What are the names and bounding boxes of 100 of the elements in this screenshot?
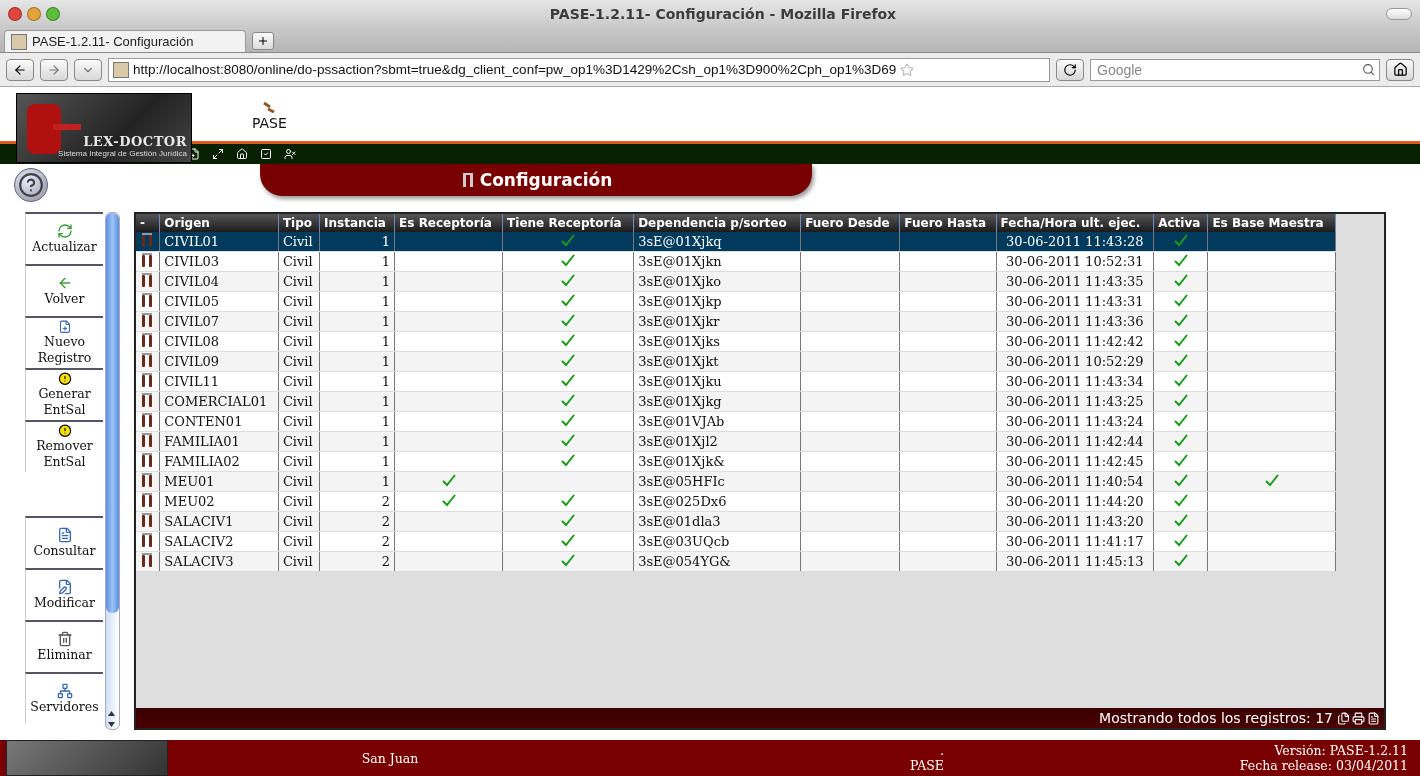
table-cell: 1: [319, 471, 395, 492]
maximize-button[interactable]: [46, 7, 60, 21]
column-header[interactable]: Fuero Desde: [800, 214, 900, 232]
arrow-left-icon[interactable]: [13, 62, 27, 77]
footer-dot: .: [940, 743, 944, 758]
tools-icon: [140, 392, 154, 408]
document-icon[interactable]: [1367, 711, 1380, 725]
table-cell: COMERCIAL01: [159, 391, 279, 412]
column-header[interactable]: Tiene Receptoría: [502, 214, 634, 232]
app-menu-item[interactable]: PASE: [252, 101, 287, 131]
tools-icon: [140, 232, 154, 248]
table-cell: 3sE@025Dx6: [633, 491, 801, 512]
close-button[interactable]: [8, 7, 22, 21]
new-tab-button[interactable]: [252, 32, 274, 50]
plus-icon[interactable]: [257, 35, 269, 47]
table-row[interactable]: CIVIL09 Civil 1 3sE@01Xjkt 30-06-2011 10:52:29: [136, 351, 1336, 372]
table-cell: Civil: [278, 451, 320, 472]
back-button[interactable]: [6, 58, 34, 81]
table-row[interactable]: SALACIV2 Civil 2 3sE@03UQcb 30-06-2011 11:41:17: [136, 531, 1336, 552]
table-row[interactable]: CONTEN01 Civil 1 3sE@01VJAb 30-06-2011 11:43:24: [136, 411, 1336, 432]
table-cell: 1: [319, 291, 395, 312]
column-header[interactable]: Tipo: [278, 214, 320, 232]
column-header[interactable]: Es Base Maestra: [1207, 214, 1336, 232]
checkmark-icon: [561, 553, 576, 567]
table-cell: 3sE@05HFIc: [633, 471, 801, 492]
table-row[interactable]: CIVIL01 Civil 1 3sE@01Xjkq 30-06-2011 11:43:28: [136, 232, 1336, 252]
side-action-button[interactable]: Generar EntSal: [25, 368, 103, 420]
user-cross-icon[interactable]: [284, 148, 296, 160]
table-cell: CIVIL08: [159, 331, 279, 352]
table-cell: 30-06-2011 11:43:36: [996, 311, 1154, 332]
column-header[interactable]: -: [136, 214, 160, 232]
table-cell: Civil: [278, 411, 320, 432]
table-cell: Civil: [278, 251, 320, 272]
column-header[interactable]: Fuero Hasta: [899, 214, 997, 232]
address-field[interactable]: http://localhost:8080/online/do-pssaction?sbmt=true&dg_client_conf=pw_op1%3D1429%2Csh_op1%3D900%2Cph_op1%3D69: [108, 57, 1050, 82]
side-action-button[interactable]: Servidores: [25, 672, 103, 724]
forward-button[interactable]: [40, 58, 68, 81]
table-row[interactable]: SALACIV1 Civil 2 3sE@01dla3 30-06-2011 11:43:20: [136, 511, 1336, 532]
side-action-button[interactable]: Consultar: [25, 516, 103, 568]
table-cell: 30-06-2011 11:43:25: [996, 391, 1154, 412]
table-row[interactable]: FAMILIA02 Civil 1 3sE@01Xjk& 30-06-2011 11:42:45: [136, 451, 1336, 472]
copy-icon[interactable]: [1337, 711, 1350, 725]
tools-icon: [140, 412, 154, 428]
table-cell: CIVIL04: [159, 271, 279, 292]
home-button[interactable]: [1386, 58, 1414, 81]
search-field[interactable]: Google: [1090, 58, 1380, 81]
side-action-button[interactable]: Volver: [25, 264, 103, 316]
favicon-icon: [11, 33, 27, 50]
side-action-button[interactable]: Nuevo Registro: [25, 316, 103, 368]
table-cell: Civil: [278, 291, 320, 312]
column-header[interactable]: Origen: [159, 214, 279, 232]
history-button[interactable]: [74, 58, 102, 81]
table-cell: CIVIL01: [159, 232, 279, 252]
side-action-button[interactable]: Remover EntSal: [25, 420, 103, 472]
side-action-button[interactable]: Modificar: [25, 568, 103, 620]
checkmark-icon: [1173, 413, 1188, 427]
side-action-button[interactable]: Actualizar: [25, 212, 103, 264]
home-icon[interactable]: [1392, 62, 1408, 77]
table-cell: 3sE@01VJAb: [633, 411, 801, 432]
table-row[interactable]: COMERCIAL01 Civil 1 3sE@01Xjkg 30-06-2011 11:43:25: [136, 391, 1336, 412]
printer-icon[interactable]: [1352, 711, 1365, 725]
table-row[interactable]: CIVIL11 Civil 1 3sE@01Xjku 30-06-2011 11:43:34: [136, 371, 1336, 392]
table-row[interactable]: CIVIL03 Civil 1 3sE@01Xjkn 30-06-2011 10:52:31: [136, 251, 1336, 272]
table-cell: 30-06-2011 11:43:28: [996, 232, 1154, 252]
browser-tab[interactable]: PASE-1.2.11- Configuración: [4, 30, 246, 52]
minimize-button[interactable]: [27, 7, 41, 21]
column-header[interactable]: Fecha/Hora ult. ejec.: [996, 214, 1154, 232]
scrollbar[interactable]: [105, 212, 120, 730]
column-header[interactable]: Activa: [1153, 214, 1208, 232]
table-row[interactable]: CIVIL04 Civil 1 3sE@01Xjko 30-06-2011 11:43:35: [136, 271, 1336, 292]
scroll-arrows-icon[interactable]: [106, 709, 117, 729]
tools-icon: [140, 492, 154, 508]
column-header[interactable]: Dependencia p/sorteo: [633, 214, 801, 232]
checkmark-icon: [1173, 313, 1188, 327]
table-row[interactable]: MEU01 Civil 1 3sE@05HFIc 30-06-2011 11:40:54: [136, 471, 1336, 492]
table-cell: Civil: [278, 371, 320, 392]
star-icon[interactable]: [900, 62, 915, 77]
column-header[interactable]: Instancia: [319, 214, 395, 232]
table-row[interactable]: CIVIL08 Civil 1 3sE@01Xjks 30-06-2011 11:42:42: [136, 331, 1336, 352]
table-cell: 30-06-2011 10:52:29: [996, 351, 1154, 372]
column-header[interactable]: Es Receptoría: [394, 214, 503, 232]
help-button[interactable]: [14, 168, 48, 202]
table-cell: CIVIL03: [159, 251, 279, 272]
table-row[interactable]: MEU02 Civil 2 3sE@025Dx6 30-06-2011 11:44:20: [136, 491, 1336, 512]
checkbox-icon[interactable]: [260, 148, 272, 160]
arrow-right-icon[interactable]: [47, 62, 61, 77]
expand-arrows-icon[interactable]: [212, 148, 224, 160]
table-row[interactable]: SALACIV3 Civil 2 3sE@054YG& 30-06-2011 11:45:13: [136, 551, 1336, 572]
toolbar-toggle-button[interactable]: [1386, 8, 1412, 20]
table-cell: Civil: [278, 232, 320, 252]
table-row[interactable]: CIVIL07 Civil 1 3sE@01Xjkr 30-06-2011 11:43:36: [136, 311, 1336, 332]
table-row[interactable]: CIVIL05 Civil 1 3sE@01Xjkp 30-06-2011 11:43:31: [136, 291, 1336, 312]
checkmark-icon: [561, 373, 576, 387]
search-icon[interactable]: [1362, 62, 1375, 76]
reload-icon[interactable]: [1063, 62, 1077, 77]
side-action-button[interactable]: Eliminar: [25, 620, 103, 672]
table-cell: 1: [319, 411, 395, 432]
checkmark-icon: [1173, 533, 1188, 547]
table-row[interactable]: FAMILIA01 Civil 1 3sE@01Xjl2 30-06-2011 11:42:44: [136, 431, 1336, 452]
reload-button[interactable]: [1056, 58, 1084, 81]
